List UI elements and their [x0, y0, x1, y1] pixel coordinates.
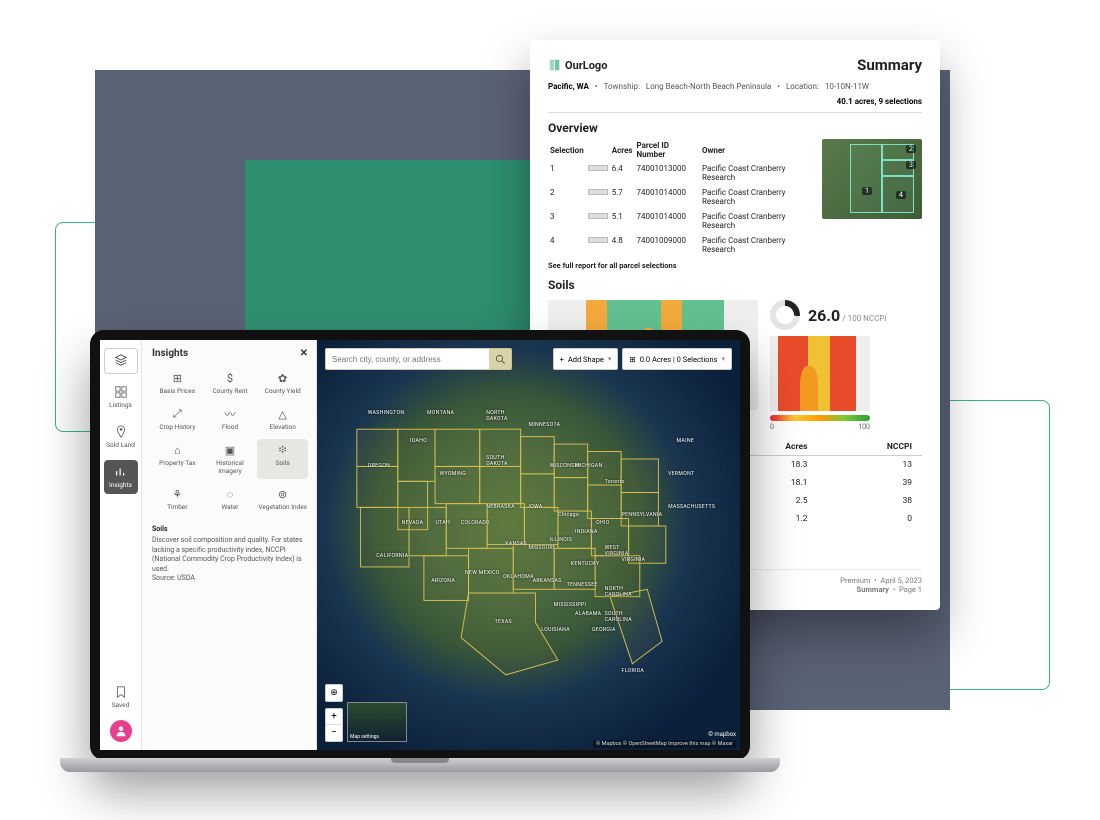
township-value: Long Beach-North Beach Peninsula — [646, 82, 771, 91]
nav-insights[interactable]: Insights — [104, 460, 138, 494]
zoom-in-button[interactable]: + — [326, 709, 342, 725]
report-title: Summary — [857, 56, 922, 74]
nav-sold-land[interactable]: Sold Land — [104, 420, 138, 454]
drop-icon: ◌ — [223, 487, 237, 501]
flower-icon: ✿ — [276, 371, 290, 385]
tile-soils[interactable]: ፨Soils — [257, 439, 308, 479]
township-label: Township: — [604, 82, 640, 91]
target-icon: ⊚ — [276, 487, 290, 501]
pin-icon — [114, 425, 128, 439]
grid-icon — [114, 385, 128, 399]
nccpi-readout: 26.0 / 100 NCCPI — [770, 300, 922, 330]
col-parcel: Parcel ID Number — [635, 139, 700, 161]
loc-value: 10-10N-11W — [825, 82, 869, 91]
see-full-report-link[interactable]: See full report for all parcel selection… — [548, 261, 812, 270]
minimap-label: Map settings — [350, 734, 379, 740]
search-icon — [495, 354, 506, 365]
history-icon: ⤢ — [170, 407, 184, 421]
laptop-base — [60, 758, 780, 772]
col-owner: Owner — [700, 139, 812, 161]
plus-icon: + — [560, 355, 564, 364]
tile-historical-imagery[interactable]: ▣Historical Imagery — [205, 439, 256, 479]
globe-button[interactable]: ⊕ — [325, 684, 343, 702]
report-meta: Pacific, WA • Township: Long Beach-North… — [548, 82, 922, 113]
tile-basis-prices[interactable]: ⊞Basis Prices — [152, 367, 203, 399]
mountain-icon: △ — [276, 407, 290, 421]
tile-water[interactable]: ◌Water — [205, 483, 256, 515]
wave-icon: 〰 — [223, 407, 237, 421]
search-input[interactable] — [325, 348, 490, 370]
tile-vegetation-index[interactable]: ⊚Vegetation Index — [257, 483, 308, 515]
insights-panel: Insights ✕ ⊞Basis Prices $County Rent ✿C… — [142, 340, 317, 750]
image-icon: ▣ — [223, 443, 237, 457]
tile-description: Soils Discover soil composition and qual… — [152, 525, 308, 584]
loc-label: Location: — [786, 82, 819, 91]
overview-table: Selection Acres Parcel ID Number Owner 1… — [548, 139, 812, 270]
gradient-labels: 0100 — [770, 423, 870, 431]
panel-title: Insights — [152, 348, 188, 359]
location-primary: Pacific, WA — [548, 82, 589, 91]
zoom-out-button[interactable]: − — [326, 725, 342, 741]
overview-map-thumb: 1 2 3 4 — [822, 139, 922, 219]
tile-crop-history[interactable]: ⤢Crop History — [152, 403, 203, 435]
table-row: 44.874001009000Pacific Coast Cranberry R… — [548, 233, 812, 257]
user-icon — [115, 725, 127, 737]
logo-text: OurLogo — [565, 59, 607, 72]
bookmark-icon — [114, 685, 128, 699]
grid-icon: ⊞ — [170, 371, 184, 385]
selection-status[interactable]: ⊞ 0.0 Acres | 0 Selections ▾ — [622, 348, 732, 370]
soil-icon: ፨ — [276, 443, 290, 457]
user-avatar[interactable] — [110, 720, 132, 742]
nav-listings[interactable]: Listings — [104, 380, 138, 414]
nccpi-heatmap — [770, 336, 870, 411]
tile-property-tax[interactable]: ⌂Property Tax — [152, 439, 203, 479]
mapbox-logo: © mapbox — [708, 731, 736, 738]
map-canvas[interactable]: WASHINGTON OREGON IDAHO MONTANA NORTHDAK… — [317, 340, 740, 750]
chart-icon — [114, 465, 128, 479]
map-attribution: © Mapbox © OpenStreetMap Improve this ma… — [593, 740, 736, 748]
report-logo: OurLogo — [548, 58, 607, 72]
gradient-legend — [770, 415, 870, 421]
tile-flood[interactable]: 〰Flood — [205, 403, 256, 435]
house-icon: ⌂ — [170, 443, 184, 457]
globe-icon: ⊕ — [330, 688, 338, 698]
chevron-down-icon: ▾ — [721, 355, 725, 363]
layers-icon — [114, 353, 128, 367]
logo-icon — [548, 58, 562, 72]
minimap[interactable]: Map settings — [347, 702, 407, 742]
soils-heading: Soils — [548, 278, 922, 292]
extent-summary: 40.1 acres, 9 selections — [837, 97, 922, 106]
nav-rail: Listings Sold Land Insights Saved — [100, 340, 142, 750]
grid-icon: ⊞ — [629, 355, 635, 364]
add-shape-button[interactable]: + Add Shape ▾ — [553, 348, 619, 370]
nccpi-sub: / 100 NCCPI — [842, 314, 886, 323]
table-row: 16.474001013000Pacific Coast Cranberry R… — [548, 161, 812, 185]
chevron-down-icon: ▾ — [608, 355, 612, 363]
app-screen: Listings Sold Land Insights Saved — [100, 340, 740, 750]
col-selection: Selection — [548, 139, 586, 161]
table-row: 35.174001014000Pacific Coast Cranberry R… — [548, 209, 812, 233]
table-row: 25.774001014000Pacific Coast Cranberry R… — [548, 185, 812, 209]
tree-icon: ⚘ — [170, 487, 184, 501]
nccpi-value: 26.0 — [808, 306, 840, 325]
search-bar — [325, 348, 512, 370]
nav-saved[interactable]: Saved — [104, 680, 138, 714]
layers-button[interactable] — [104, 348, 138, 374]
insight-tiles: ⊞Basis Prices $County Rent ✿County Yield… — [152, 367, 308, 515]
col-nccpi: NCCPI — [817, 439, 922, 456]
tile-timber[interactable]: ⚘Timber — [152, 483, 203, 515]
col-acres: Acres — [610, 139, 635, 161]
tile-county-rent[interactable]: $County Rent — [205, 367, 256, 399]
overview-heading: Overview — [548, 121, 922, 135]
laptop-mockup: Listings Sold Land Insights Saved — [60, 330, 780, 790]
donut-icon — [770, 300, 800, 330]
dollar-icon: $ — [223, 371, 237, 385]
zoom-control: + − — [325, 708, 343, 742]
tile-elevation[interactable]: △Elevation — [257, 403, 308, 435]
search-button[interactable] — [490, 348, 512, 370]
close-panel-button[interactable]: ✕ — [300, 348, 308, 359]
tile-county-yield[interactable]: ✿County Yield — [257, 367, 308, 399]
